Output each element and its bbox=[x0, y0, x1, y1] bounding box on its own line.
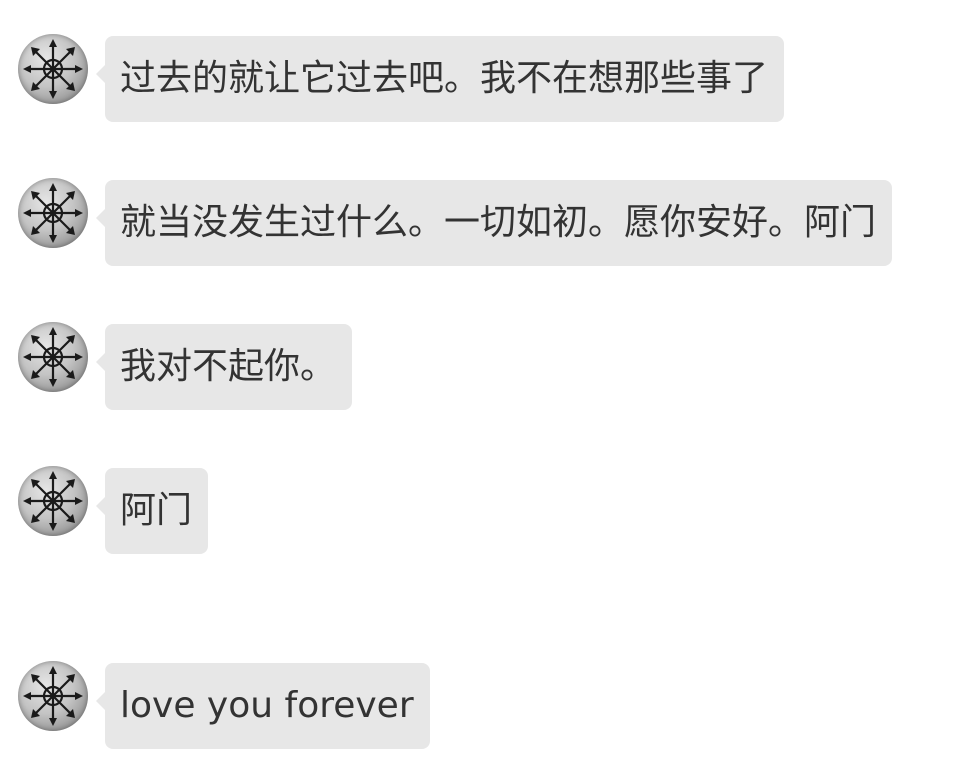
message-bubble[interactable]: 就当没发生过什么。一切如初。愿你安好。阿门 bbox=[95, 180, 893, 266]
avatar[interactable] bbox=[18, 34, 88, 104]
message-text: 过去的就让它过去吧。我不在想那些事了 bbox=[120, 58, 769, 99]
message-bubble[interactable]: love you forever bbox=[96, 663, 430, 749]
chaos-star-emblem-icon bbox=[23, 39, 83, 99]
message-text: 阿门 bbox=[120, 490, 193, 531]
avatar[interactable] bbox=[18, 466, 88, 536]
message-text: 我对不起你。 bbox=[120, 346, 337, 387]
message-bubble[interactable]: 我对不起你。 bbox=[95, 324, 353, 410]
chaos-star-emblem-icon bbox=[23, 183, 83, 243]
message-bubble[interactable]: 过去的就让它过去吧。我不在想那些事了 bbox=[95, 36, 785, 122]
chaos-star-emblem-icon bbox=[23, 666, 83, 726]
avatar[interactable] bbox=[18, 322, 88, 392]
chat-thread: 过去的就让它过去吧。我不在想那些事了 就当没发生过什么。一切如初。愿你安好。阿门… bbox=[0, 0, 962, 780]
message-text: love you forever bbox=[120, 685, 414, 726]
message-bubble[interactable]: 阿门 bbox=[95, 468, 209, 554]
avatar[interactable] bbox=[18, 178, 88, 248]
message-text: 就当没发生过什么。一切如初。愿你安好。阿门 bbox=[120, 202, 877, 243]
chaos-star-emblem-icon bbox=[23, 471, 83, 531]
avatar[interactable] bbox=[18, 661, 88, 731]
chaos-star-emblem-icon bbox=[23, 327, 83, 387]
